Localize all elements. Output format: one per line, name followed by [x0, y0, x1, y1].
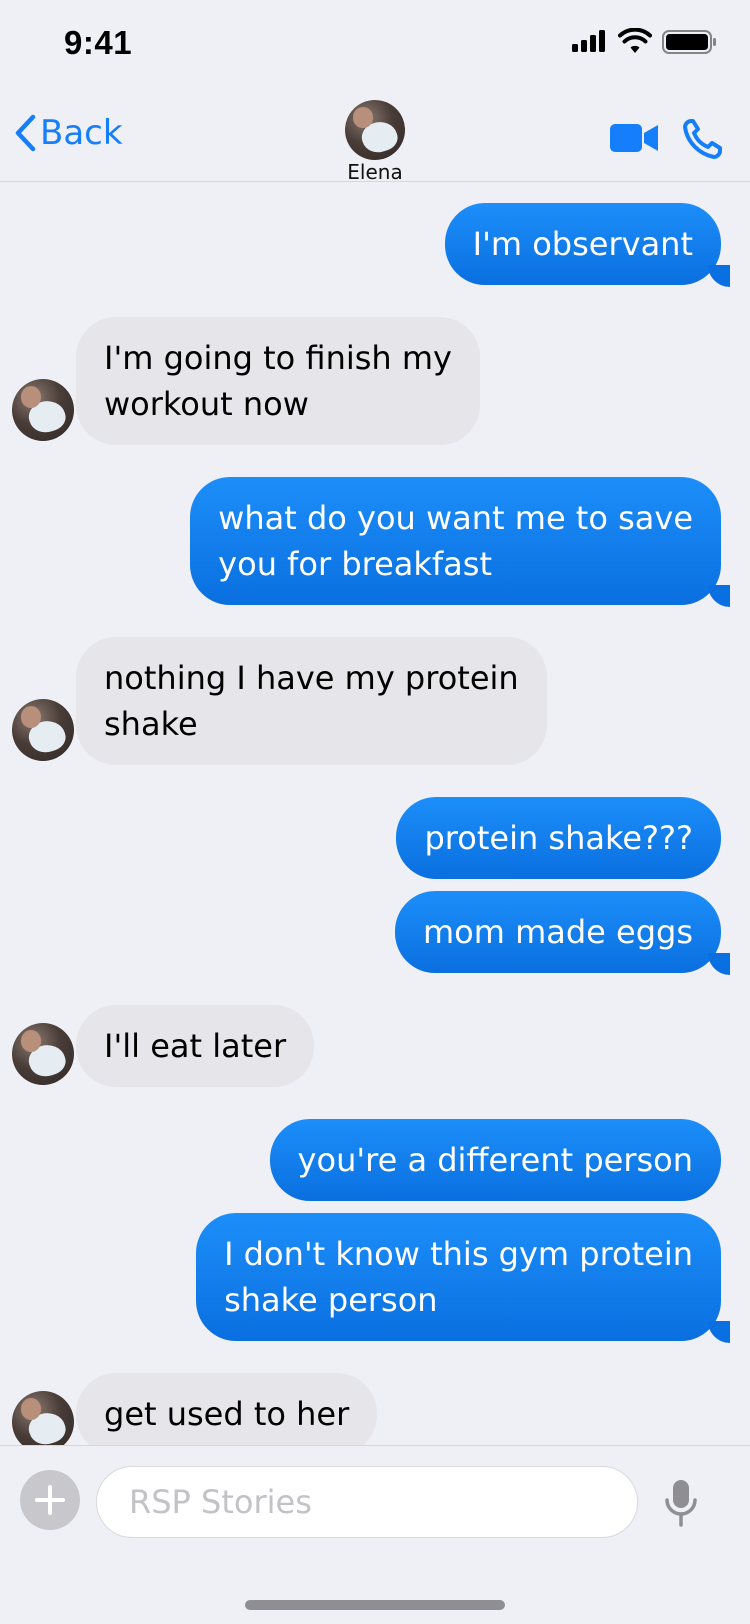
back-label: Back [40, 113, 123, 153]
bubble-tail [708, 953, 730, 975]
outgoing-message[interactable]: you're a different person [269, 1119, 721, 1201]
message-thread[interactable]: I'm observant I'm going to finish my wor… [0, 183, 750, 1445]
outgoing-message[interactable]: I'm observant [444, 203, 721, 285]
composer-bar [0, 1445, 750, 1624]
status-icons [572, 28, 722, 56]
plus-icon [35, 1485, 65, 1515]
chevron-left-icon [15, 114, 36, 152]
outgoing-message[interactable]: mom made eggs [394, 891, 721, 973]
sender-avatar [12, 1391, 74, 1445]
bubble-tail [708, 1321, 730, 1343]
phone-call-icon[interactable] [682, 118, 722, 160]
wifi-icon [618, 28, 652, 53]
home-indicator[interactable] [245, 1600, 505, 1610]
status-time: 9:41 [64, 24, 133, 61]
sender-avatar [12, 1023, 74, 1085]
conversation-header: Back Elena [0, 90, 750, 184]
cellular-signal-icon [572, 30, 606, 52]
battery-icon [662, 30, 716, 54]
outgoing-message[interactable]: what do you want me to save you for brea… [190, 477, 721, 605]
sender-avatar [12, 699, 74, 761]
incoming-message[interactable]: nothing I have my protein shake [76, 637, 547, 765]
outgoing-message[interactable]: I don't know this gym protein shake pers… [196, 1213, 721, 1341]
sender-avatar [12, 379, 74, 441]
contact-name: Elena [347, 160, 403, 184]
microphone-icon[interactable] [664, 1478, 698, 1528]
contact-avatar [345, 100, 405, 160]
incoming-message[interactable]: I'm going to finish my workout now [76, 317, 480, 445]
back-button[interactable]: Back [12, 110, 123, 156]
incoming-message[interactable]: get used to her [76, 1373, 378, 1445]
message-input[interactable] [96, 1466, 638, 1538]
incoming-message[interactable]: I'll eat later [76, 1005, 315, 1087]
outgoing-message[interactable]: protein shake??? [396, 797, 721, 879]
status-bar: 9:41 [0, 0, 750, 90]
video-call-icon[interactable] [610, 122, 660, 154]
contact-info[interactable]: Elena [338, 100, 412, 184]
bubble-tail [708, 265, 730, 287]
add-attachment-button[interactable] [20, 1470, 80, 1530]
bubble-tail [708, 585, 730, 607]
